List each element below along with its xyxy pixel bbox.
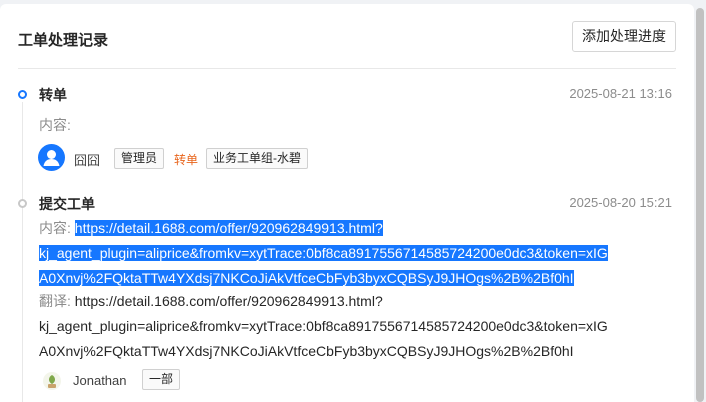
scrollbar-thumb[interactable] [696, 8, 704, 402]
translation-text: kj_agent_plugin=aliprice&fromkv=xytTrace… [39, 318, 608, 334]
user-avatar-icon [38, 144, 65, 171]
entry-timestamp: 2025-08-20 15:21 [569, 195, 672, 210]
entry-action-title: 转单 [39, 87, 67, 103]
timeline-line [22, 102, 23, 402]
timeline-dot-active [18, 90, 27, 99]
entry-action-title: 提交工单 [39, 196, 95, 212]
selected-url-text[interactable]: kj_agent_plugin=aliprice&fromkv=xytTrace… [39, 245, 608, 261]
entry-content-label: 内容: [39, 117, 71, 133]
entry-content: 内容: https://detail.1688.com/offer/920962… [39, 216, 679, 291]
translation-line: 翻译: https://detail.1688.com/offer/920962… [39, 289, 679, 314]
action-verb: 转单 [174, 153, 199, 167]
panel-title: 工单处理记录 [18, 32, 109, 49]
header-divider [18, 68, 676, 69]
content-line: 内容: https://detail.1688.com/offer/920962… [39, 216, 679, 241]
role-tag: 管理员 [114, 148, 165, 169]
translation-line: A0Xnvj%2FQktaTTw4YXdsj7NKCoJiAkVtfceCbFy… [39, 339, 679, 364]
operator-name: 囧囧 [74, 153, 101, 168]
content-label: 内容: [39, 220, 71, 236]
entry-timestamp: 2025-08-21 13:16 [569, 86, 672, 101]
panel-header: 工单处理记录 添加处理进度 [18, 20, 676, 70]
target-group-tag: 业务工单组-水碧 [206, 148, 308, 169]
translation-text: https://detail.1688.com/offer/9209628499… [74, 293, 383, 309]
selected-url-text[interactable]: A0Xnvj%2FQktaTTw4YXdsj7NKCoJiAkVtfceCbFy… [39, 270, 574, 286]
add-progress-button[interactable]: 添加处理进度 [572, 21, 676, 52]
content-line: A0Xnvj%2FQktaTTw4YXdsj7NKCoJiAkVtfceCbFy… [39, 266, 679, 291]
selected-url-text[interactable]: https://detail.1688.com/offer/9209628499… [74, 220, 383, 236]
department-tag: 一部 [142, 369, 181, 390]
timeline-dot [18, 199, 27, 208]
work-order-record-panel: 工单处理记录 添加处理进度 转单 2025-08-21 13:16 内容: 囧囧… [0, 4, 694, 402]
translation-line: kj_agent_plugin=aliprice&fromkv=xytTrace… [39, 314, 679, 339]
translation-text: A0Xnvj%2FQktaTTw4YXdsj7NKCoJiAkVtfceCbFy… [39, 343, 574, 359]
translation-label: 翻译: [39, 293, 71, 309]
entry-translation: 翻译: https://detail.1688.com/offer/920962… [39, 289, 679, 364]
operator-name: Jonathan [73, 373, 127, 388]
content-line: kj_agent_plugin=aliprice&fromkv=xytTrace… [39, 241, 679, 266]
leaf-avatar-icon [42, 371, 62, 391]
